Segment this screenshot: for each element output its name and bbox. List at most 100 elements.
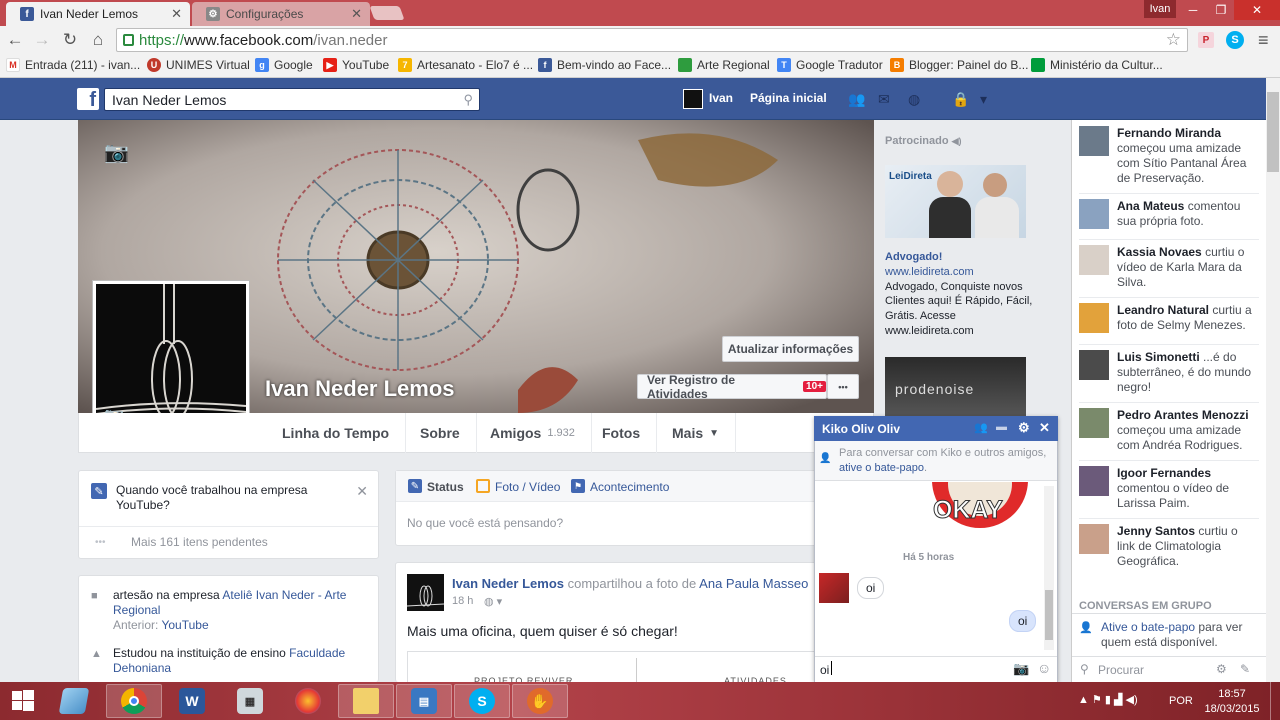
bookmark-arte-regional[interactable]: Arte Regional: [678, 58, 770, 72]
more-options-button[interactable]: •••: [827, 374, 859, 399]
bookmark-youtube[interactable]: ▶ YouTube: [323, 58, 389, 72]
bookmark-google-tradutor[interactable]: T Google Tradutor: [777, 58, 883, 72]
taskbar-skype[interactable]: S: [454, 684, 510, 718]
ad1-title-link[interactable]: Advogado!: [885, 250, 1050, 265]
ticker-avatar[interactable]: [1079, 245, 1109, 275]
video-call-icon[interactable]: ▬: [996, 421, 1007, 433]
input-language[interactable]: POR: [1169, 695, 1193, 707]
previous-company-link[interactable]: YouTube: [161, 618, 208, 632]
start-button[interactable]: [0, 684, 46, 718]
camera-icon[interactable]: 📷: [104, 140, 129, 165]
bookmark-elo7[interactable]: 7 Artesanato - Elo7 é ...: [398, 58, 533, 72]
reload-icon[interactable]: ↻: [59, 29, 81, 51]
gear-icon[interactable]: ⚙: [1018, 420, 1030, 436]
taskbar-paint[interactable]: [280, 684, 336, 718]
ticker-avatar[interactable]: [1079, 466, 1109, 496]
ticker-item[interactable]: Leandro Natural curtiu a foto de Selmy M…: [1079, 303, 1259, 333]
bookmark-facebook[interactable]: f Bem-vindo ao Face...: [538, 58, 671, 72]
post-author-avatar[interactable]: [406, 574, 445, 611]
ticker-name[interactable]: Ana Mateus: [1117, 199, 1184, 213]
forward-arrow-icon[interactable]: →: [31, 29, 53, 51]
privacy-globe-icon[interactable]: ◍ ▾: [484, 595, 502, 608]
ticker-name[interactable]: Leandro Natural: [1117, 303, 1209, 317]
back-arrow-icon[interactable]: ←: [4, 29, 26, 51]
minimize-icon[interactable]: ─: [1178, 0, 1208, 20]
ticker-avatar[interactable]: [1079, 199, 1109, 229]
home-icon[interactable]: ⌂: [87, 29, 109, 51]
page-scrollbar-thumb[interactable]: [1267, 92, 1279, 172]
ticker-avatar[interactable]: [1079, 350, 1109, 380]
taskbar-chrome[interactable]: [106, 684, 162, 718]
update-info-button[interactable]: Atualizar informações: [722, 336, 859, 362]
facebook-search-input[interactable]: Ivan Neder Lemos ⚲: [104, 88, 480, 111]
ticker-name[interactable]: Jenny Santos: [1117, 524, 1195, 538]
search-icon[interactable]: ⚲: [463, 92, 473, 108]
post-author-link[interactable]: Ivan Neder Lemos: [452, 576, 564, 591]
bookmark-ministerio[interactable]: Ministério da Cultur...: [1031, 58, 1163, 72]
chat-scrollbar-thumb[interactable]: [1045, 590, 1053, 640]
ticker-avatar[interactable]: [1079, 524, 1109, 554]
skype-extension-icon[interactable]: S: [1226, 31, 1244, 49]
tab-about[interactable]: Sobre: [404, 413, 477, 453]
activity-log-button[interactable]: Ver Registro de Atividades 10+: [637, 373, 827, 401]
ticker-item[interactable]: Igoor Fernandes comentou o vídeo de Lari…: [1079, 466, 1259, 511]
ticker-name[interactable]: Pedro Arantes Menozzi: [1117, 408, 1249, 422]
tab-facebook[interactable]: f Ivan Neder Lemos ✕: [6, 2, 190, 26]
chat-message-input[interactable]: oi: [820, 663, 829, 677]
close-window-icon[interactable]: ✕: [1234, 0, 1280, 20]
shared-photo-preview[interactable]: PROJETO REVIVER ATIVIDADES: [407, 651, 815, 686]
tab-friends[interactable]: Amigos 1.932: [474, 413, 592, 453]
composer-status-tab[interactable]: Status: [427, 480, 464, 494]
ticker-item[interactable]: Luis Simonetti ...é do subterrâneo, é do…: [1079, 350, 1259, 395]
ticker-avatar[interactable]: [1079, 408, 1109, 438]
post-time[interactable]: 18 h: [452, 595, 473, 607]
notifications-globe-icon[interactable]: ◍: [908, 91, 928, 107]
ticker-avatar[interactable]: [1079, 303, 1109, 333]
gear-icon[interactable]: ⚙: [1216, 662, 1227, 676]
ticker-avatar[interactable]: [1079, 126, 1109, 156]
chrome-menu-icon[interactable]: ≡: [1258, 30, 1269, 51]
taskbar-app[interactable]: ✋: [512, 684, 568, 718]
ad-image-prodenoise[interactable]: prodenoise: [885, 357, 1026, 416]
pending-items-link[interactable]: Mais 161 itens pendentes: [131, 535, 268, 549]
ticker-name[interactable]: Fernando Miranda: [1117, 126, 1221, 140]
window-user-badge[interactable]: Ivan: [1144, 0, 1176, 18]
ad-image-leidireta[interactable]: LeiDireta: [885, 165, 1026, 238]
account-menu-chevron-icon[interactable]: ▾: [980, 91, 1000, 107]
address-bar[interactable]: https://www.facebook.com/ivan.neder ☆: [116, 28, 1188, 52]
maximize-icon[interactable]: ❐: [1206, 0, 1236, 20]
chat-contact-avatar[interactable]: [819, 573, 849, 603]
taskbar-folder[interactable]: [338, 684, 394, 718]
chat-header[interactable]: Kiko Oliv Oliv 👥 ▬ ⚙ ✕: [814, 416, 1058, 441]
taskbar-calculator[interactable]: ▦: [222, 684, 278, 718]
add-friend-icon[interactable]: 👥: [974, 421, 988, 434]
composer-input[interactable]: No que você está pensando?: [407, 516, 563, 530]
compose-icon[interactable]: ✎: [1240, 662, 1250, 676]
show-desktop-button[interactable]: [1270, 682, 1280, 720]
ticker-item[interactable]: Fernando Miranda começou uma amizade com…: [1079, 126, 1259, 186]
close-tab-icon[interactable]: ✕: [171, 6, 182, 22]
bookmark-unimes[interactable]: U UNIMES Virtual: [147, 58, 250, 72]
close-icon[interactable]: ✕: [1039, 420, 1050, 436]
ticker-name[interactable]: Luis Simonetti: [1117, 350, 1200, 364]
work-prompt[interactable]: Quando você trabalhou na empresa YouTube…: [116, 483, 346, 513]
tab-photos[interactable]: Fotos: [586, 413, 658, 453]
profile-link[interactable]: Ivan: [709, 91, 733, 105]
ticker-item[interactable]: Jenny Santos curtiu o link de Climatolog…: [1079, 524, 1259, 569]
chat-title[interactable]: Kiko Oliv Oliv: [822, 422, 900, 436]
ticker-item[interactable]: Kassia Novaes curtiu o vídeo de Karla Ma…: [1079, 245, 1259, 290]
system-tray-icons[interactable]: ▲ ⚑ ▮ ▟ ◀): [1078, 693, 1138, 706]
taskbar-control-panel[interactable]: ▤: [396, 684, 452, 718]
chat-search-input[interactable]: Procurar: [1098, 663, 1144, 677]
ticker-item[interactable]: Pedro Arantes Menozzi começou uma amizad…: [1079, 408, 1259, 453]
profile-name[interactable]: Ivan Neder Lemos: [265, 376, 455, 402]
composer-photo-video-tab[interactable]: Foto / Vídeo: [495, 480, 560, 494]
camera-icon[interactable]: 📷: [1013, 661, 1029, 677]
facebook-logo-icon[interactable]: f: [77, 88, 99, 110]
bookmark-gmail[interactable]: M Entrada (211) - ivan...: [6, 58, 140, 72]
activate-chat-link[interactable]: Ative o bate-papo: [1101, 620, 1195, 634]
tab-settings[interactable]: ⚙ Configurações ✕: [192, 2, 370, 26]
home-link[interactable]: Página inicial: [750, 91, 827, 105]
taskbar-explorer[interactable]: [46, 684, 102, 718]
taskbar-word[interactable]: W: [164, 684, 220, 718]
